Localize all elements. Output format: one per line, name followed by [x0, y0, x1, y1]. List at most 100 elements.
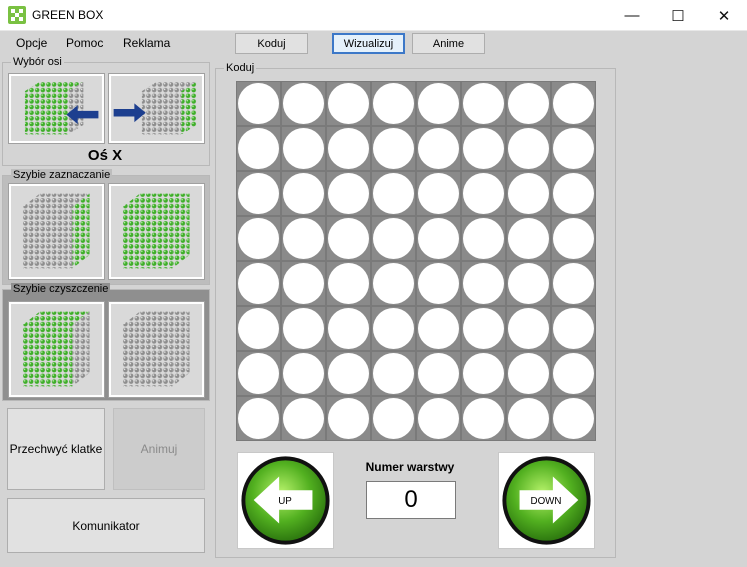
- maximize-button[interactable]: ☐: [655, 0, 701, 31]
- led-button[interactable]: [418, 218, 459, 259]
- led-button[interactable]: [238, 263, 279, 304]
- capture-frame-button[interactable]: Przechwyć klatke: [7, 408, 105, 490]
- grid-cell: [281, 171, 326, 216]
- grid-cell: [236, 306, 281, 351]
- grid-cell: [326, 171, 371, 216]
- menu-opcje[interactable]: Opcje: [16, 36, 47, 50]
- led-button[interactable]: [328, 83, 369, 124]
- led-button[interactable]: [463, 218, 504, 259]
- led-button[interactable]: [373, 263, 414, 304]
- led-button[interactable]: [553, 308, 594, 349]
- led-button[interactable]: [508, 398, 549, 439]
- led-button[interactable]: [508, 128, 549, 169]
- grid-cell: [281, 126, 326, 171]
- led-button[interactable]: [283, 398, 324, 439]
- close-button[interactable]: ✕: [701, 0, 747, 31]
- minimize-button[interactable]: —: [609, 0, 655, 31]
- led-button[interactable]: [283, 263, 324, 304]
- grid-cell: [551, 306, 596, 351]
- led-button[interactable]: [373, 128, 414, 169]
- led-button[interactable]: [238, 353, 279, 394]
- led-button[interactable]: [283, 353, 324, 394]
- tab-wizualizuj[interactable]: Wizualizuj: [332, 33, 405, 54]
- led-button[interactable]: [463, 353, 504, 394]
- led-button[interactable]: [418, 83, 459, 124]
- up-button[interactable]: UP: [237, 452, 334, 549]
- led-button[interactable]: [553, 173, 594, 214]
- grid-cell: [506, 261, 551, 306]
- led-button[interactable]: [328, 128, 369, 169]
- led-button[interactable]: [373, 308, 414, 349]
- led-button[interactable]: [418, 173, 459, 214]
- select-green-thumb[interactable]: [109, 184, 204, 279]
- grid-cell: [461, 261, 506, 306]
- led-button[interactable]: [238, 218, 279, 259]
- led-button[interactable]: [463, 308, 504, 349]
- grid-cell: [551, 126, 596, 171]
- led-button[interactable]: [283, 173, 324, 214]
- led-button[interactable]: [463, 398, 504, 439]
- led-button[interactable]: [373, 83, 414, 124]
- grid-cell: [326, 81, 371, 126]
- led-button[interactable]: [238, 308, 279, 349]
- led-button[interactable]: [553, 83, 594, 124]
- led-button[interactable]: [238, 128, 279, 169]
- down-button[interactable]: DOWN: [498, 452, 595, 549]
- led-button[interactable]: [283, 128, 324, 169]
- led-button[interactable]: [373, 173, 414, 214]
- clear-partial-thumb[interactable]: [9, 302, 104, 397]
- led-button[interactable]: [508, 218, 549, 259]
- led-button[interactable]: [328, 218, 369, 259]
- grid-cell: [236, 261, 281, 306]
- led-button[interactable]: [553, 398, 594, 439]
- grid-cell: [326, 306, 371, 351]
- animate-button[interactable]: Animuj: [113, 408, 205, 490]
- led-button[interactable]: [463, 173, 504, 214]
- led-button[interactable]: [283, 308, 324, 349]
- led-button[interactable]: [373, 398, 414, 439]
- tab-koduj[interactable]: Koduj: [235, 33, 308, 54]
- grid-cell: [461, 126, 506, 171]
- led-button[interactable]: [238, 173, 279, 214]
- led-button[interactable]: [553, 353, 594, 394]
- led-button[interactable]: [508, 83, 549, 124]
- led-button[interactable]: [508, 173, 549, 214]
- led-button[interactable]: [373, 218, 414, 259]
- led-button[interactable]: [328, 353, 369, 394]
- grid-cell: [371, 216, 416, 261]
- led-button[interactable]: [508, 353, 549, 394]
- led-button[interactable]: [238, 398, 279, 439]
- grid-cell: [236, 81, 281, 126]
- led-button[interactable]: [373, 353, 414, 394]
- led-button[interactable]: [328, 398, 369, 439]
- led-button[interactable]: [418, 353, 459, 394]
- led-button[interactable]: [463, 263, 504, 304]
- led-button[interactable]: [553, 218, 594, 259]
- menu-reklama[interactable]: Reklama: [123, 36, 170, 50]
- led-button[interactable]: [463, 83, 504, 124]
- led-button[interactable]: [328, 173, 369, 214]
- led-button[interactable]: [418, 128, 459, 169]
- cube-mixed-icon: [11, 186, 102, 277]
- led-button[interactable]: [328, 308, 369, 349]
- led-button[interactable]: [553, 128, 594, 169]
- axis-next-thumb[interactable]: [109, 74, 204, 143]
- axis-prev-thumb[interactable]: [9, 74, 104, 143]
- led-button[interactable]: [328, 263, 369, 304]
- led-button[interactable]: [283, 218, 324, 259]
- led-button[interactable]: [418, 398, 459, 439]
- led-button[interactable]: [463, 128, 504, 169]
- menu-pomoc[interactable]: Pomoc: [66, 36, 103, 50]
- communicator-button[interactable]: Komunikator: [7, 498, 205, 553]
- grid-cell: [506, 126, 551, 171]
- led-button[interactable]: [508, 308, 549, 349]
- led-button[interactable]: [418, 308, 459, 349]
- led-button[interactable]: [553, 263, 594, 304]
- clear-all-thumb[interactable]: [109, 302, 204, 397]
- led-button[interactable]: [283, 83, 324, 124]
- led-button[interactable]: [418, 263, 459, 304]
- led-button[interactable]: [238, 83, 279, 124]
- led-button[interactable]: [508, 263, 549, 304]
- select-all-thumb[interactable]: [9, 184, 104, 279]
- tab-anime[interactable]: Anime: [412, 33, 485, 54]
